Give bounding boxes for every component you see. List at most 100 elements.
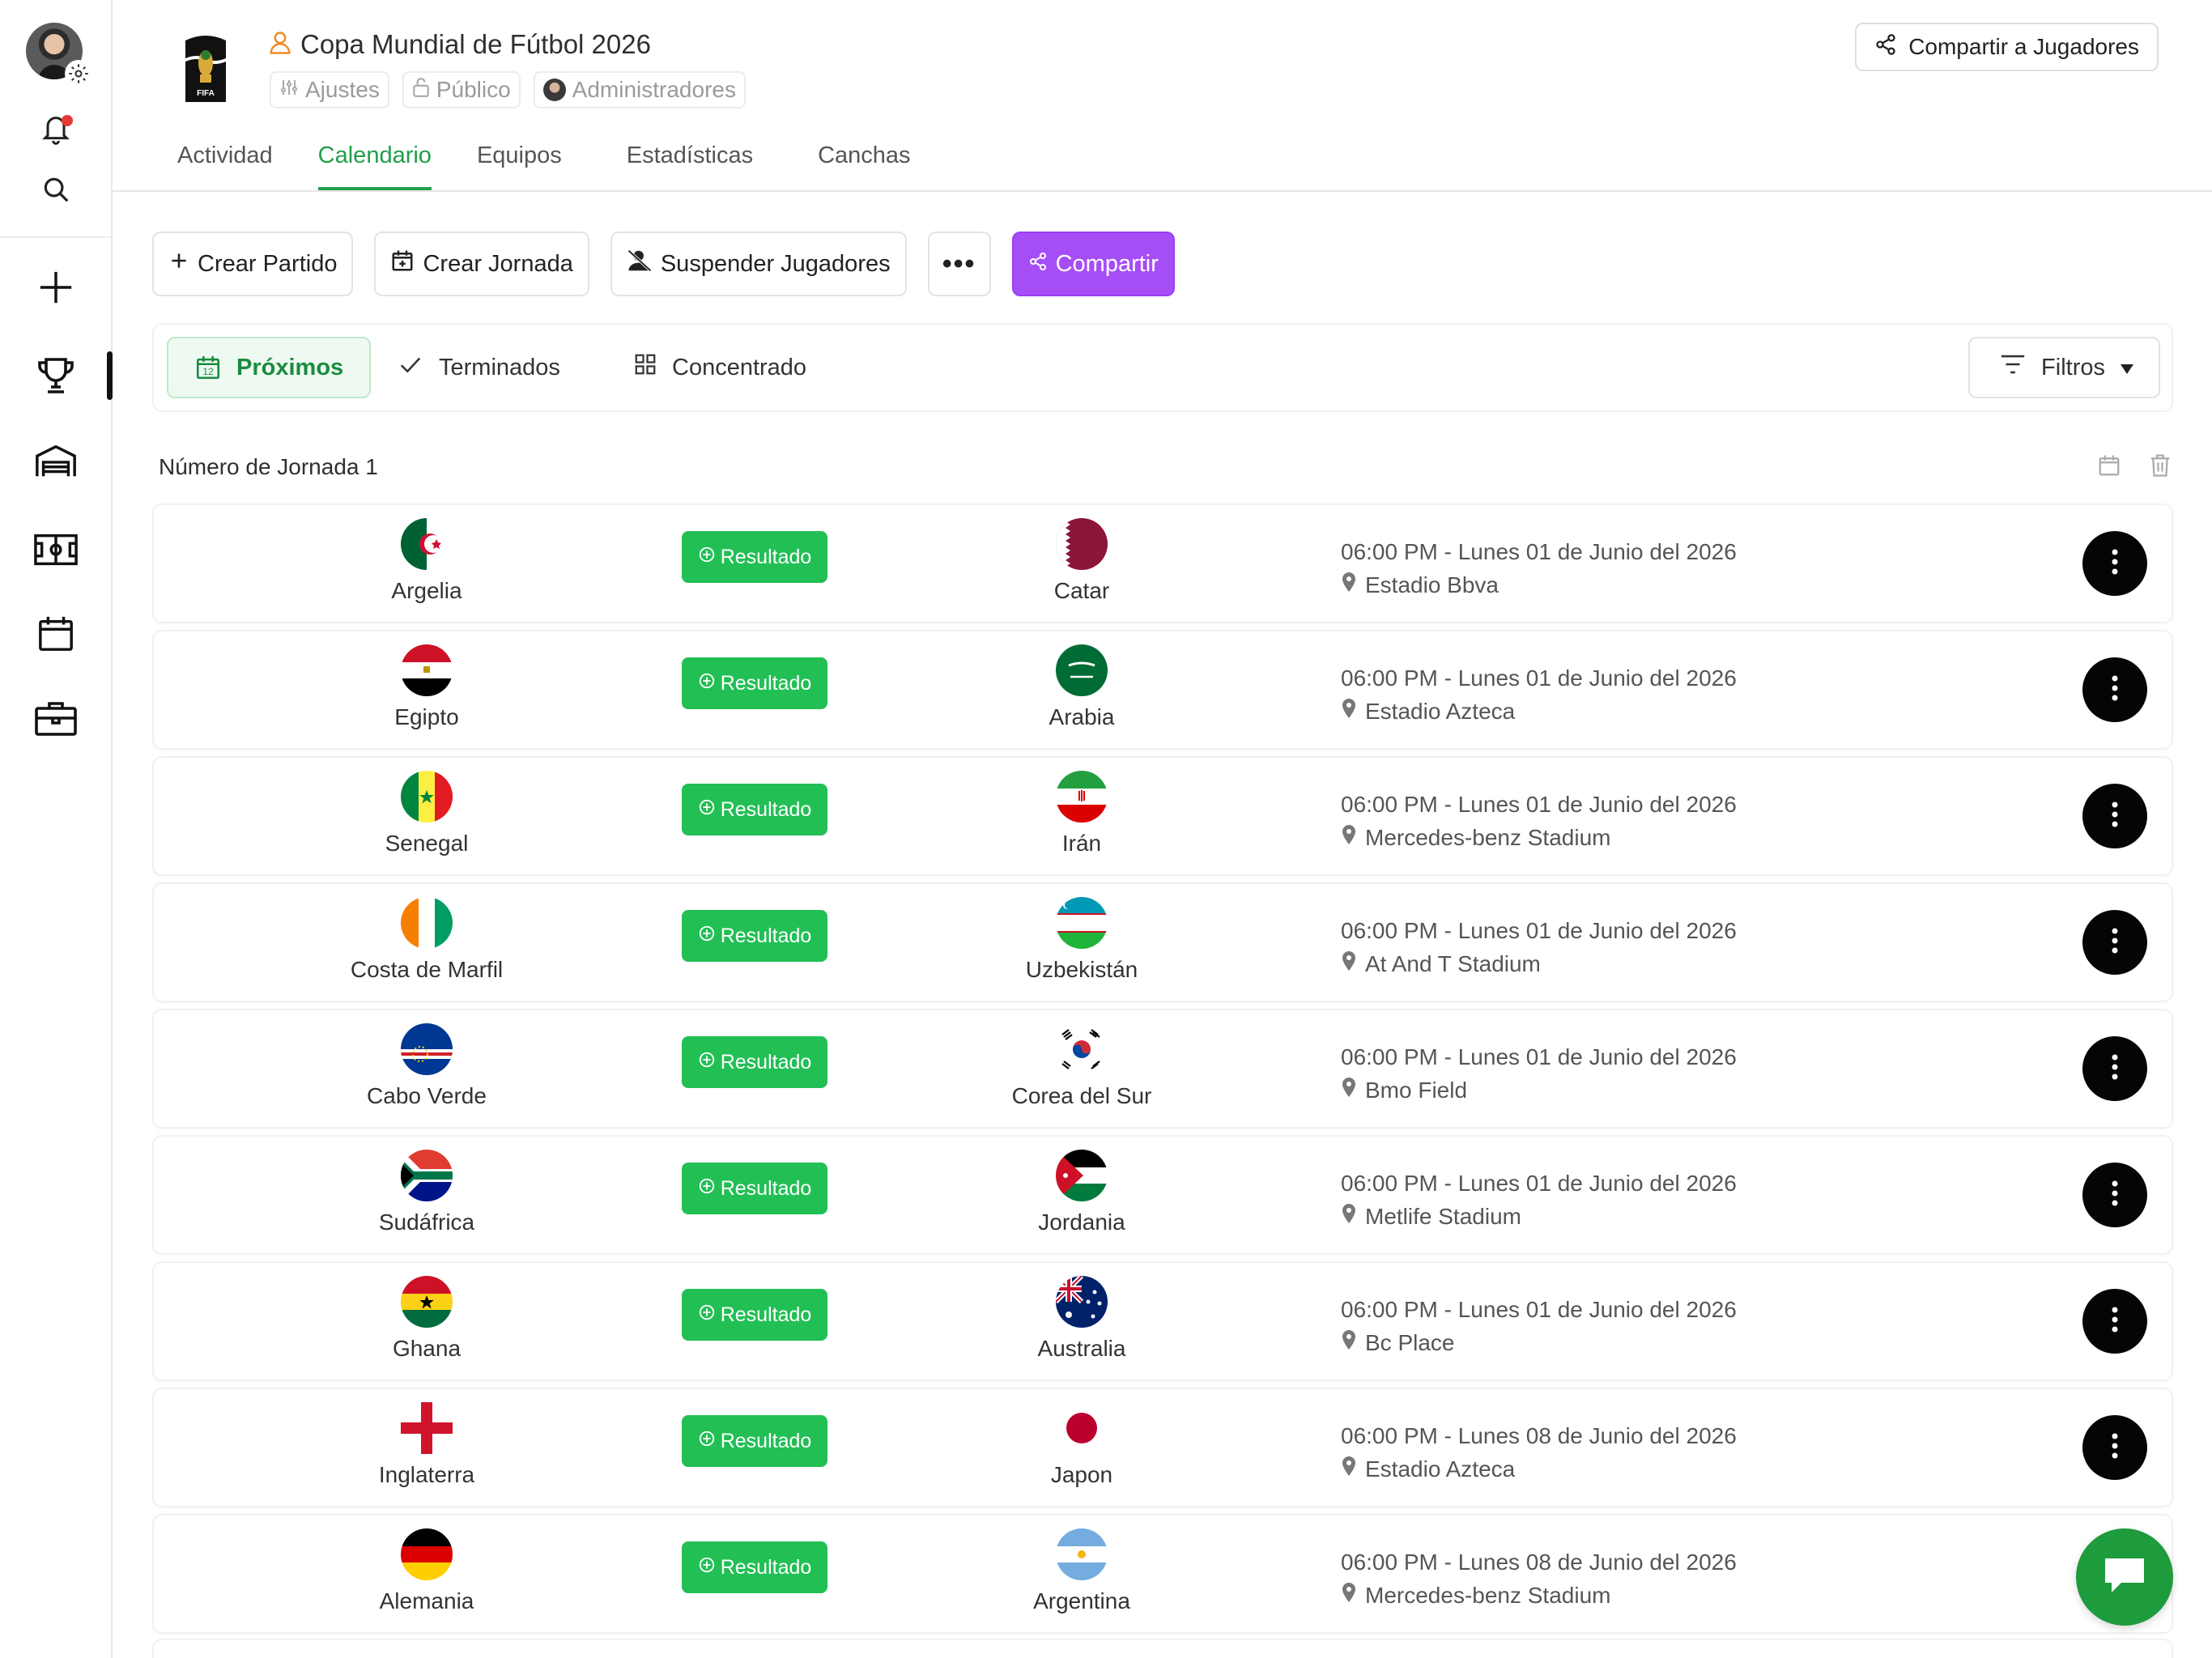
sidebar: [0, 0, 113, 1658]
away-team[interactable]: Arabia: [920, 644, 1244, 730]
match-options-button[interactable]: [2082, 1289, 2147, 1354]
plus-circle-icon: [698, 546, 716, 569]
result-button[interactable]: Resultado: [682, 910, 827, 962]
south-korea-flag-icon: [1056, 1023, 1108, 1075]
tab-finished-label: Terminados: [439, 354, 560, 380]
settings-chip[interactable]: Ajustes: [270, 71, 389, 108]
tab-calendario[interactable]: Calendario: [317, 138, 432, 190]
england-flag-icon: [401, 1402, 453, 1454]
check-icon: [397, 352, 424, 383]
result-label: Resultado: [720, 1050, 812, 1073]
match-options-button[interactable]: [2082, 1163, 2147, 1227]
tab-actividad[interactable]: Actividad: [177, 138, 273, 190]
calendar-icon[interactable]: [2097, 453, 2121, 482]
away-team[interactable]: Jordania: [920, 1150, 1244, 1235]
title-row: Copa Mundial de Fútbol 2026: [270, 29, 651, 60]
away-team[interactable]: Irán: [920, 771, 1244, 857]
match-venue: Mercedes-benz Stadium: [1341, 1582, 1610, 1609]
home-team[interactable]: Inglaterra: [265, 1402, 589, 1488]
match-options-button[interactable]: [2082, 910, 2147, 975]
result-label: Resultado: [720, 671, 812, 695]
away-team-name: Argentina: [1033, 1588, 1130, 1613]
egypt-flag-icon: [401, 644, 453, 696]
match-options-button[interactable]: [2082, 784, 2147, 848]
bell-icon[interactable]: [32, 105, 79, 152]
share-to-players-button[interactable]: Compartir a Jugadores: [1855, 23, 2159, 71]
page-title: Copa Mundial de Fútbol 2026: [300, 29, 651, 59]
result-button[interactable]: Resultado: [682, 784, 827, 835]
share-button[interactable]: Compartir: [1011, 232, 1175, 296]
senegal-flag-icon: [401, 771, 453, 823]
home-team[interactable]: Cabo Verde: [265, 1023, 589, 1109]
tab-concentrated[interactable]: Concentrado: [607, 337, 832, 398]
match-options-button[interactable]: [2082, 1415, 2147, 1480]
match-options-button[interactable]: [2082, 1036, 2147, 1101]
away-team[interactable]: Uzbekistán: [920, 897, 1244, 983]
admins-chip-label: Administradores: [572, 77, 736, 102]
away-team[interactable]: Australia: [920, 1276, 1244, 1362]
home-team[interactable]: Argelia: [265, 518, 589, 604]
algeria-flag-icon: [401, 518, 453, 570]
away-team[interactable]: Corea del Sur: [920, 1023, 1244, 1109]
tab-concentrated-label: Concentrado: [672, 354, 807, 380]
calendar-day-number: 12: [202, 366, 214, 377]
japan-flag-icon: [1056, 1402, 1108, 1454]
tab-estadisticas[interactable]: Estadísticas: [627, 138, 753, 190]
location-pin-icon: [1341, 1203, 1357, 1230]
result-button[interactable]: Resultado: [682, 531, 827, 583]
gear-icon[interactable]: [65, 60, 92, 87]
tab-canchas[interactable]: Canchas: [818, 138, 910, 190]
plus-icon: [168, 250, 189, 278]
uzbekistan-flag-icon: [1056, 897, 1108, 949]
tab-equipos[interactable]: Equipos: [477, 138, 562, 190]
home-team[interactable]: Ghana: [265, 1276, 589, 1362]
venue-name: Estadio Azteca: [1365, 698, 1516, 724]
away-team-name: Corea del Sur: [1011, 1083, 1152, 1108]
result-button[interactable]: Resultado: [682, 1415, 827, 1467]
suspend-players-button[interactable]: Suspender Jugadores: [610, 232, 907, 296]
filters-button[interactable]: Filtros: [1968, 337, 2160, 398]
user-avatar[interactable]: [26, 23, 92, 87]
south-africa-flag-icon: [401, 1150, 453, 1201]
away-team[interactable]: Argentina: [920, 1528, 1244, 1614]
venue-name: Bc Place: [1365, 1329, 1455, 1355]
match-options-button[interactable]: [2082, 531, 2147, 596]
field-icon[interactable]: [32, 526, 79, 573]
home-team[interactable]: Sudáfrica: [265, 1150, 589, 1235]
home-team-name: Cabo Verde: [367, 1083, 487, 1108]
result-button[interactable]: Resultado: [682, 1541, 827, 1593]
tab-finished[interactable]: Terminados: [371, 337, 586, 398]
kebab-icon: [2112, 1433, 2118, 1463]
away-team[interactable]: Japon: [920, 1402, 1244, 1488]
action-toolbar: Crear Partido Crear Jornada Suspender Ju…: [152, 232, 1175, 296]
more-options-button[interactable]: •••: [927, 232, 991, 296]
admins-chip[interactable]: Administradores: [533, 71, 746, 108]
home-team[interactable]: Costa de Marfil: [265, 897, 589, 983]
result-button[interactable]: Resultado: [682, 1163, 827, 1214]
match-options-button[interactable]: [2082, 657, 2147, 722]
home-team[interactable]: Alemania: [265, 1528, 589, 1614]
trash-icon[interactable]: [2149, 453, 2172, 482]
result-button[interactable]: Resultado: [682, 1036, 827, 1088]
calendar-icon[interactable]: [32, 610, 79, 657]
home-team-name: Argelia: [391, 578, 462, 603]
visibility-chip[interactable]: Público: [402, 71, 521, 108]
briefcase-icon[interactable]: [32, 695, 79, 742]
match-datetime: 06:00 PM - Lunes 01 de Junio del 2026: [1341, 918, 1737, 943]
result-label: Resultado: [720, 797, 812, 821]
result-button[interactable]: Resultado: [682, 1289, 827, 1341]
person-icon: [270, 31, 291, 59]
result-button[interactable]: Resultado: [682, 657, 827, 709]
plus-icon[interactable]: [32, 264, 79, 311]
home-team[interactable]: Senegal: [265, 771, 589, 857]
search-icon[interactable]: [32, 166, 79, 213]
tab-upcoming[interactable]: 12 Próximos: [167, 337, 372, 398]
create-match-button[interactable]: Crear Partido: [152, 232, 354, 296]
away-team[interactable]: Catar: [920, 518, 1244, 604]
home-team[interactable]: Egipto: [265, 644, 589, 730]
tab-upcoming-label: Próximos: [236, 354, 344, 380]
create-round-button[interactable]: Crear Jornada: [374, 232, 589, 296]
trophy-icon[interactable]: [32, 352, 79, 399]
stadium-icon[interactable]: [32, 437, 79, 484]
chat-button[interactable]: [2076, 1528, 2173, 1626]
